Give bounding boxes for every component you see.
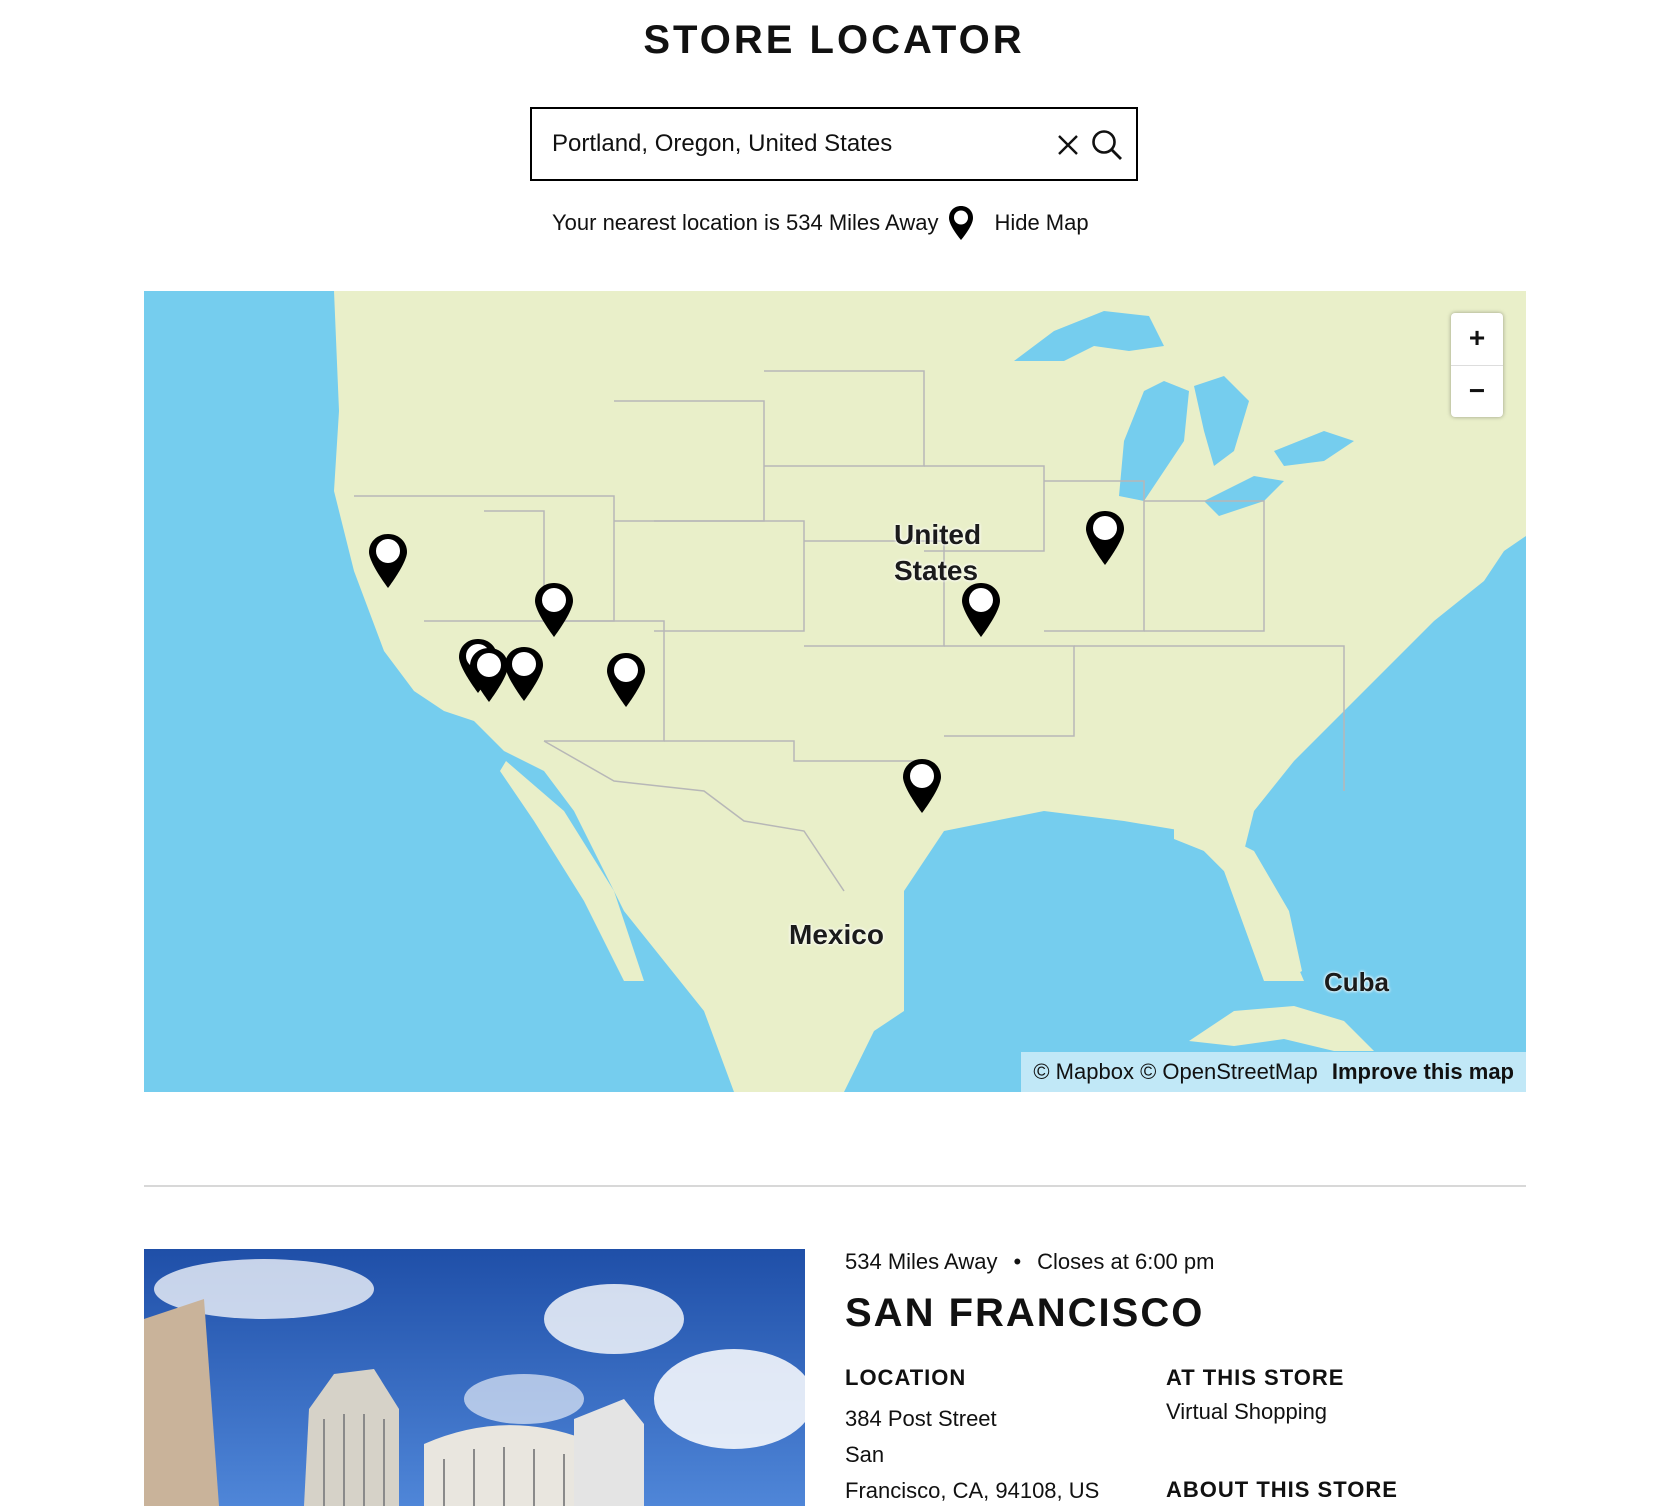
store-marker[interactable] [503,645,545,703]
services-column: AT THIS STORE Virtual Shopping ABOUT THI… [1166,1365,1466,1503]
store-marker[interactable] [533,581,575,639]
at-this-store-heading: AT THIS STORE [1166,1365,1345,1390]
map-attribution: © Mapbox © OpenStreetMap Improve this ma… [1021,1052,1526,1092]
separator-dot: • [1013,1249,1022,1274]
store-map[interactable]: United States Mexico Cuba + − © Mapbox ©… [144,291,1526,1092]
store-meta: 534 Miles Away • Closes at 6:00 pm [845,1249,1214,1275]
map-label-cuba: Cuba [1324,967,1389,997]
nearest-location-row: Your nearest location is 534 Miles Away … [552,206,1089,240]
nearest-location-text: Your nearest location is 534 Miles Away [552,210,939,235]
page-title: STORE LOCATOR [643,18,1025,62]
address-line: San [845,1442,885,1467]
about-store-heading: ABOUT THIS STORE [1166,1477,1398,1502]
search-input[interactable] [552,123,1012,165]
address-line: Francisco, CA, 94108, US [845,1478,1100,1503]
store-address: 384 Post Street San Francisco, CA, 94108… [845,1401,1125,1509]
store-marker[interactable] [1084,509,1126,567]
store-marker[interactable] [605,651,647,709]
clear-icon[interactable] [1054,131,1082,159]
hide-map-link[interactable]: Hide Map [994,210,1088,236]
location-column: LOCATION 384 Post Street San Francisco, … [845,1365,1125,1509]
map-label-mexico: Mexico [789,919,884,950]
land-cuba [1189,1006,1374,1051]
store-name[interactable]: SAN FRANCISCO [845,1291,1204,1336]
map-base [334,291,1526,1092]
location-heading: LOCATION [845,1365,967,1390]
store-marker[interactable] [367,532,409,590]
zoom-in-button[interactable]: + [1451,313,1503,365]
location-pin-icon [949,206,974,240]
mapbox-attribution-link[interactable]: © Mapbox [1033,1059,1134,1084]
store-photo [144,1249,805,1506]
osm-attribution-link[interactable]: © OpenStreetMap [1140,1059,1318,1084]
store-distance: 534 Miles Away [845,1249,998,1274]
zoom-out-button[interactable]: − [1451,365,1503,418]
store-marker[interactable] [960,581,1002,639]
search-icon[interactable] [1090,128,1124,162]
store-marker[interactable] [901,757,943,815]
search-box [530,107,1138,181]
improve-map-link[interactable]: Improve this map [1332,1059,1514,1084]
section-divider [144,1185,1526,1187]
store-service: Virtual Shopping [1166,1399,1328,1424]
zoom-controls: + − [1451,313,1503,417]
store-hours: Closes at 6:00 pm [1037,1249,1215,1274]
address-line: 384 Post Street [845,1406,997,1431]
map-label-united-states: United States [894,519,982,586]
